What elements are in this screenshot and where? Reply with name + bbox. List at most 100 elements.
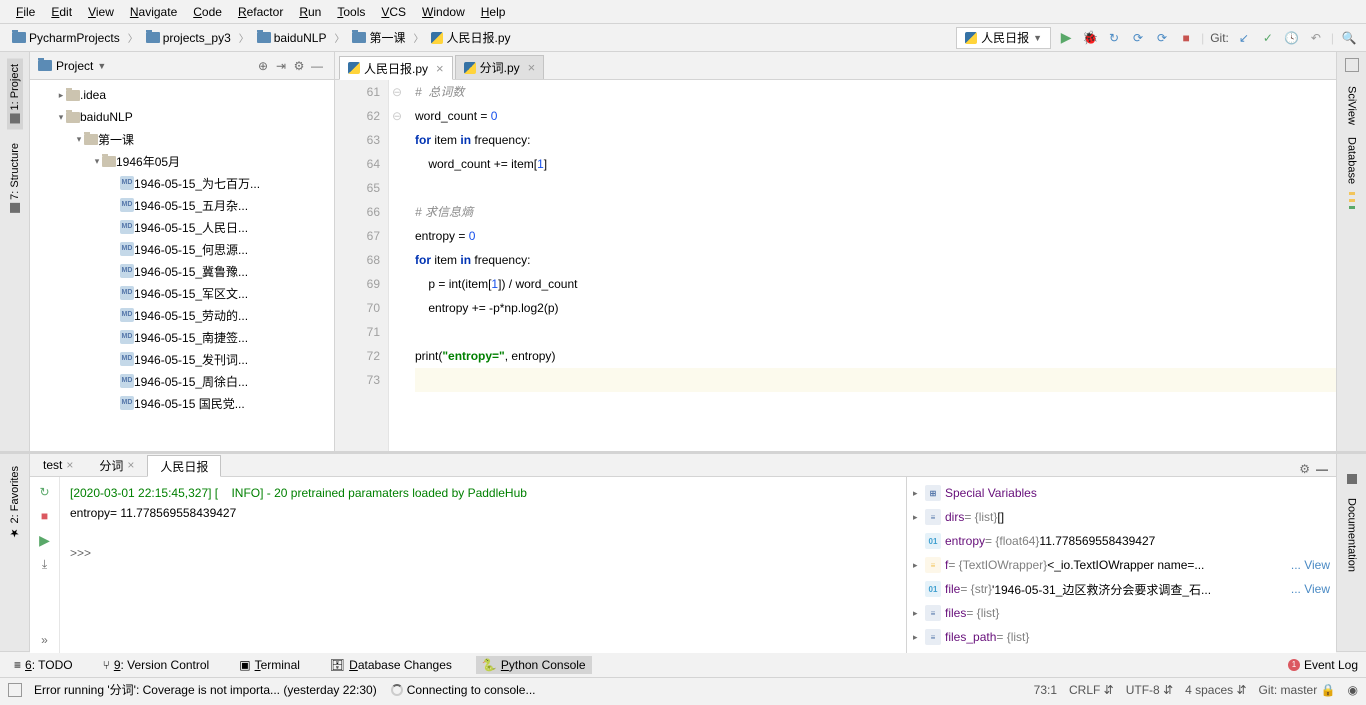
expand-arrow[interactable]: ▸ <box>913 608 925 619</box>
tree-item[interactable]: MD 1946-05-15_南捷签... <box>30 326 334 348</box>
caret-position[interactable]: 73:1 <box>1034 683 1057 697</box>
tool-tab-sciview[interactable]: SciView <box>1344 80 1360 131</box>
vcs-update-button[interactable]: ↙ <box>1235 29 1253 47</box>
variable-row[interactable]: ▸⊞Special Variables <box>907 481 1336 505</box>
expand-arrow[interactable]: ▸ <box>913 632 925 643</box>
hide-button[interactable]: — <box>1316 462 1328 476</box>
tool-window-todo[interactable]: ≡6: TODO <box>8 656 79 674</box>
scroll-from-source-button[interactable]: ⊕ <box>254 57 272 75</box>
expand-arrow[interactable]: ▸ <box>913 560 925 571</box>
close-icon[interactable]: × <box>528 60 536 75</box>
menu-code[interactable]: Code <box>185 5 230 19</box>
menu-vcs[interactable]: VCS <box>373 5 414 19</box>
expand-arrow[interactable]: ▸ <box>913 512 925 523</box>
tool-tab-documentation[interactable]: Documentation <box>1344 492 1360 578</box>
tool-window-toggle[interactable] <box>8 683 22 697</box>
console-tab[interactable]: 人民日报 <box>147 455 221 477</box>
stop-button[interactable]: ■ <box>1177 29 1195 47</box>
tool-window-pythonconsole[interactable]: 🐍Python Console <box>476 656 592 674</box>
variable-row[interactable]: ▸≡dirs = {list} [] <box>907 505 1336 529</box>
menu-file[interactable]: File <box>8 5 43 19</box>
tree-item[interactable]: MD 1946-05-15_劳动的... <box>30 304 334 326</box>
menu-tools[interactable]: Tools <box>329 5 373 19</box>
git-branch[interactable]: Git: master 🔒 <box>1259 683 1336 697</box>
concurrency-button[interactable]: ⟳ <box>1153 29 1171 47</box>
view-link[interactable]: ... View <box>1291 582 1330 596</box>
tree-item[interactable]: ▾ 1946年05月 <box>30 150 334 172</box>
encoding[interactable]: UTF-8 ⇵ <box>1126 683 1173 697</box>
hide-button[interactable]: — <box>308 57 326 75</box>
menu-window[interactable]: Window <box>414 5 473 19</box>
console-tab[interactable]: test × <box>30 454 86 476</box>
line-ending[interactable]: CRLF ⇵ <box>1069 683 1114 697</box>
chevron-down-icon[interactable]: ▼ <box>97 61 106 71</box>
variable-row[interactable]: ▸≡files = {list} <box>907 601 1336 625</box>
tree-item[interactable]: MD 1946-05-15_军区文... <box>30 282 334 304</box>
tree-item[interactable]: ▾ baiduNLP <box>30 106 334 128</box>
variable-row[interactable]: 01entropy = {float64} 11.778569558439427 <box>907 529 1336 553</box>
tool-tab-project[interactable]: 1: Project <box>7 58 23 129</box>
fold-icon[interactable]: ⊖ <box>389 80 405 104</box>
breadcrumb-item[interactable]: 第一课 <box>348 27 409 48</box>
execute-button[interactable]: ▶ <box>36 531 54 549</box>
tool-tab-structure[interactable]: 7: Structure <box>7 137 23 219</box>
menu-help[interactable]: Help <box>473 5 514 19</box>
breadcrumb-item[interactable]: PycharmProjects <box>8 29 124 47</box>
editor-tab[interactable]: 人民日报.py× <box>339 56 453 80</box>
breadcrumb-item[interactable]: projects_py3 <box>142 29 235 47</box>
profile-button[interactable]: ⟳ <box>1129 29 1147 47</box>
collapse-icon[interactable] <box>1347 474 1357 484</box>
warning-marker[interactable] <box>1349 192 1355 195</box>
expand-arrow[interactable]: ▸ <box>56 90 66 101</box>
indent[interactable]: 4 spaces ⇵ <box>1185 683 1246 697</box>
tree-item[interactable]: ▾ 第一课 <box>30 128 334 150</box>
breadcrumb-item[interactable]: baiduNLP <box>253 29 331 47</box>
coverage-button[interactable]: ↻ <box>1105 29 1123 47</box>
expand-arrow[interactable]: ▾ <box>56 112 66 123</box>
editor-tab[interactable]: 分词.py× <box>455 55 545 79</box>
vcs-revert-button[interactable]: ↶ <box>1307 29 1325 47</box>
menu-edit[interactable]: Edit <box>43 5 80 19</box>
more-button[interactable]: » <box>41 633 48 647</box>
menu-view[interactable]: View <box>80 5 122 19</box>
run-config-selector[interactable]: 人民日报 ▼ <box>956 27 1051 49</box>
tree-item[interactable]: MD 1946-05-15_周徐白... <box>30 370 334 392</box>
inspection-marker[interactable] <box>1345 58 1359 72</box>
collapse-all-button[interactable]: ⇥ <box>272 57 290 75</box>
settings-icon[interactable]: ⚙ <box>290 57 308 75</box>
variable-row[interactable]: 01file = {str} '1946-05-31_边区救济分会要求调查_石.… <box>907 577 1336 601</box>
tree-item[interactable]: MD 1946-05-15_五月杂... <box>30 194 334 216</box>
tree-item[interactable]: ▸ .idea <box>30 84 334 106</box>
tool-tab-favorites[interactable]: ★ 2: Favorites <box>6 460 23 546</box>
settings-icon[interactable]: ⚙ <box>1299 462 1310 476</box>
tool-window-terminal[interactable]: ▣Terminal <box>233 656 306 674</box>
tree-item[interactable]: MD 1946-05-15_冀鲁豫... <box>30 260 334 282</box>
expand-arrow[interactable]: ▸ <box>913 488 925 499</box>
run-button[interactable]: ▶ <box>1057 29 1075 47</box>
menu-refactor[interactable]: Refactor <box>230 5 291 19</box>
menu-run[interactable]: Run <box>291 5 329 19</box>
expand-arrow[interactable]: ▾ <box>92 156 102 167</box>
close-icon[interactable]: × <box>127 458 134 472</box>
debug-button[interactable]: 🐞 <box>1081 29 1099 47</box>
fold-icon[interactable]: ⊖ <box>389 104 405 128</box>
tree-item[interactable]: MD 1946-05-15_为七百万... <box>30 172 334 194</box>
event-log-button[interactable]: Event Log <box>1304 658 1358 672</box>
tree-item[interactable]: MD 1946-05-15_人民日... <box>30 216 334 238</box>
code-editor[interactable]: 61626364656667686970717273 ⊖⊖ # 总词数word_… <box>335 80 1336 451</box>
tree-item[interactable]: MD 1946-05-15_何思源... <box>30 238 334 260</box>
console-tab[interactable]: 分词 × <box>86 454 147 476</box>
prompt[interactable]: >>> <box>70 543 896 563</box>
code-content[interactable]: # 总词数word_count = 0for item in frequency… <box>405 80 1336 451</box>
console-output[interactable]: [2020-03-01 22:15:45,327] [ INFO] - 20 p… <box>60 477 906 653</box>
download-button[interactable]: ⤓ <box>36 555 54 573</box>
rerun-button[interactable]: ↻ <box>36 483 54 501</box>
tool-window-versioncontrol[interactable]: ⑂9: Version Control <box>97 656 216 674</box>
search-everywhere-button[interactable]: 🔍 <box>1340 29 1358 47</box>
variable-row[interactable]: ▸≡f = {TextIOWrapper} <_io.TextIOWrapper… <box>907 553 1336 577</box>
vcs-commit-button[interactable]: ✓ <box>1259 29 1277 47</box>
warning-marker[interactable] <box>1349 206 1355 209</box>
breadcrumb-item[interactable]: 人民日报.py <box>427 27 514 48</box>
tool-window-databasechanges[interactable]: 🗄Database Changes <box>324 656 458 674</box>
tool-tab-database[interactable]: Database <box>1344 131 1360 190</box>
